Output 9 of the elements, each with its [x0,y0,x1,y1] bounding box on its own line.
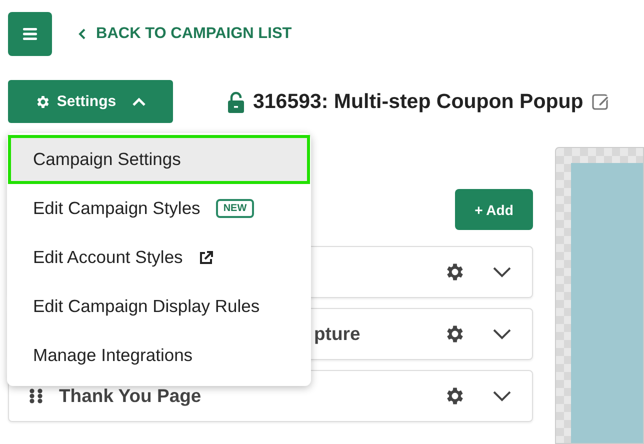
menu-item-label: Edit Campaign Styles [33,198,200,219]
new-badge: NEW [216,199,254,218]
menu-item-label: Edit Account Styles [33,247,183,268]
menu-item-label: Edit Campaign Display Rules [33,296,260,317]
step-title: Thank You Page [59,386,202,406]
menu-item-label: Manage Integrations [33,345,193,366]
menu-item-label: Campaign Settings [33,149,181,170]
campaign-title: 316593: Multi-step Coupon Popup [253,90,584,114]
step-title: pture [314,324,360,344]
